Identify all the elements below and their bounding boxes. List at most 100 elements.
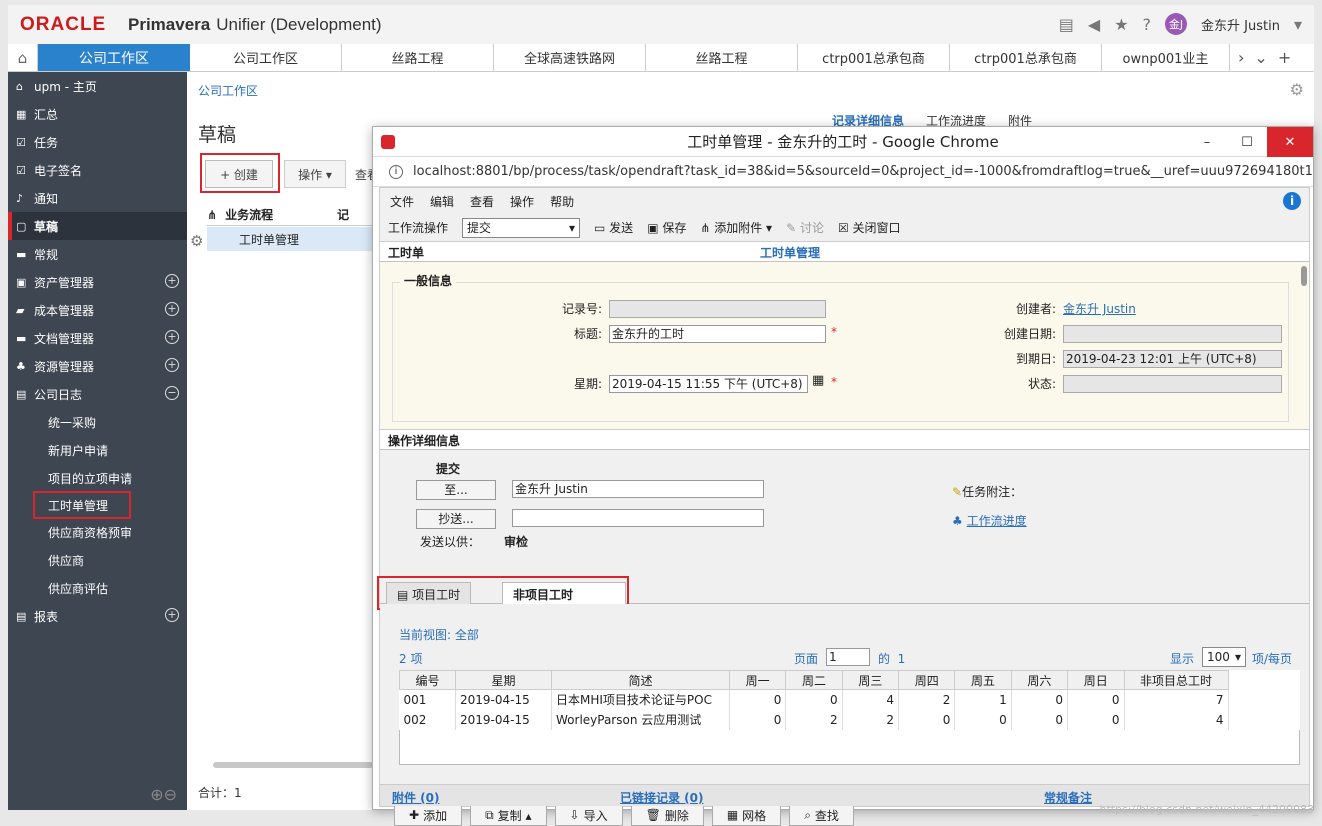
cell[interactable]: 1: [954, 689, 1012, 710]
section-label[interactable]: 工时单: [388, 244, 424, 261]
tab-project-hours[interactable]: ▤ 项目工时: [386, 582, 472, 604]
horizontal-scrollbar[interactable]: [213, 762, 373, 768]
save-button[interactable]: ▣ 保存: [647, 219, 686, 236]
tab-non-project-hours[interactable]: 非项目工时: [502, 582, 626, 604]
cell[interactable]: 0: [954, 709, 1012, 730]
list-item[interactable]: 工时单管理: [207, 227, 372, 251]
tab-company-workspace-active[interactable]: 公司工作区: [38, 44, 190, 71]
cell[interactable]: 0: [1067, 689, 1125, 710]
cell[interactable]: 0: [729, 709, 787, 730]
workflow-progress-link[interactable]: ♣ 工作流进度: [952, 512, 1027, 529]
discuss-button[interactable]: ✎ 讨论: [786, 219, 824, 236]
workflow-action-select[interactable]: 提交 ▾: [462, 217, 581, 238]
minimize-icon[interactable]: –: [1187, 127, 1227, 157]
sidebar-item-asset-manager[interactable]: ▣ 资产管理器 +: [8, 268, 187, 296]
to-field[interactable]: 金东升 Justin: [512, 480, 764, 498]
col-fri[interactable]: 周五: [954, 670, 1012, 690]
cell[interactable]: 0: [1011, 709, 1069, 730]
col-sat[interactable]: 周六: [1010, 670, 1069, 690]
maximize-icon[interactable]: ☐: [1227, 127, 1267, 157]
to-button[interactable]: 至...: [416, 480, 496, 500]
expand-icon[interactable]: +: [165, 330, 179, 344]
tab-company-workspace[interactable]: 公司工作区: [190, 44, 342, 71]
delete-button[interactable]: 🗑 删除: [630, 804, 704, 826]
close-icon[interactable]: ✕: [1267, 127, 1313, 157]
sidebar-item-general[interactable]: ▬ 常规: [8, 240, 187, 268]
operation-details-label[interactable]: 操作详细信息: [388, 432, 460, 449]
create-button[interactable]: + 创建: [205, 160, 273, 188]
sidebar-item-company-log[interactable]: ▤ 公司日志 −: [8, 380, 187, 408]
sidebar-sub-procurement[interactable]: 统一采购: [8, 408, 187, 436]
cell[interactable]: 0: [1011, 689, 1069, 710]
operations-button[interactable]: 操作 ▾: [284, 160, 346, 188]
cell[interactable]: WorleyParson 云应用测试: [551, 709, 730, 730]
sidebar-sub-new-user[interactable]: 新用户申请: [8, 436, 187, 464]
url-text[interactable]: localhost:8801/bp/process/task/opendraft…: [413, 164, 1313, 179]
megaphone-icon[interactable]: ◀: [1088, 15, 1100, 34]
title-field[interactable]: 金东升的工时: [609, 325, 826, 343]
table-row[interactable]: 002 2019-04-15 WorleyParson 云应用测试 0 2 2 …: [399, 709, 1301, 730]
grid-button[interactable]: ▦ 网格: [711, 804, 782, 826]
cell[interactable]: 0: [785, 689, 843, 710]
cell[interactable]: 2: [842, 709, 900, 730]
copy-button[interactable]: ⧉ 复制 ▴: [470, 804, 547, 826]
plus-icon[interactable]: +: [1278, 48, 1291, 67]
add-button[interactable]: ✚ 添加: [394, 804, 463, 826]
tab-silk-road-2[interactable]: 丝路工程: [646, 44, 798, 71]
info-icon[interactable]: i: [1283, 192, 1301, 210]
vertical-scrollbar[interactable]: [1301, 266, 1307, 286]
menu-actions[interactable]: 操作: [510, 193, 534, 210]
notepad-icon[interactable]: ▤: [1059, 15, 1074, 34]
cell[interactable]: 001: [399, 689, 456, 710]
col-total[interactable]: 非项目总工时: [1123, 670, 1229, 690]
tab-global-railway[interactable]: 全球高速铁路网: [494, 44, 646, 71]
gear-icon[interactable]: ⚙: [190, 232, 203, 250]
collapse-icon[interactable]: −: [165, 386, 179, 400]
sidebar-sub-vendor[interactable]: 供应商: [8, 546, 187, 574]
col-tue[interactable]: 周二: [785, 670, 843, 690]
star-icon[interactable]: ★: [1114, 15, 1128, 34]
sidebar-item-summary[interactable]: ▦ 汇总: [8, 100, 187, 128]
cell[interactable]: 0: [1067, 709, 1125, 730]
col-number[interactable]: 编号: [399, 670, 456, 690]
user-name[interactable]: 金东升 Justin: [1201, 15, 1280, 34]
col-wed[interactable]: 周三: [841, 670, 900, 690]
col-mon[interactable]: 周一: [728, 670, 787, 690]
sidebar-item-reports[interactable]: ▤ 报表 +: [8, 602, 187, 630]
cell[interactable]: 0: [898, 709, 956, 730]
col-sun[interactable]: 周日: [1067, 670, 1125, 690]
sidebar-sub-timesheet[interactable]: 工时单管理: [33, 491, 131, 519]
breadcrumb[interactable]: 公司工作区: [198, 82, 258, 99]
cell[interactable]: 7: [1124, 689, 1229, 710]
expand-icon[interactable]: +: [165, 608, 179, 622]
tab-silk-road[interactable]: 丝路工程: [342, 44, 494, 71]
tab-ctrp001-2[interactable]: ctrp001总承包商: [950, 44, 1102, 71]
calendar-icon[interactable]: ▦: [812, 373, 824, 388]
general-notes-link[interactable]: 常规备注: [1044, 789, 1092, 806]
cell[interactable]: 002: [399, 709, 456, 730]
col-week[interactable]: 星期: [455, 670, 552, 690]
cell[interactable]: 4: [1124, 709, 1229, 730]
expand-icon[interactable]: +: [165, 274, 179, 288]
address-bar[interactable]: i localhost:8801/bp/process/task/opendra…: [373, 157, 1313, 187]
column-record[interactable]: 记: [337, 206, 349, 223]
sidebar-sub-vendor-prequal[interactable]: 供应商资格预审: [8, 518, 187, 546]
sidebar-item-home[interactable]: ⌂ upm - 主页: [8, 72, 187, 100]
creator-link[interactable]: 金东升 Justin: [1063, 300, 1136, 317]
per-page-select[interactable]: 100 ▾: [1202, 647, 1246, 667]
sidebar-zoom-controls[interactable]: ⊕⊖: [150, 785, 177, 804]
col-description[interactable]: 简述: [551, 670, 730, 690]
info-icon[interactable]: i: [389, 164, 403, 179]
sidebar-sub-project-approval[interactable]: 项目的立项申请: [8, 464, 187, 492]
home-icon[interactable]: ⌂: [8, 44, 38, 71]
table-row[interactable]: 001 2019-04-15 日本MHI项目技术论证与POC 0 0 4 2 1…: [399, 689, 1301, 710]
menu-edit[interactable]: 编辑: [430, 193, 454, 210]
chevron-down-icon[interactable]: ⌄: [1254, 48, 1267, 67]
column-process[interactable]: 业务流程: [225, 206, 273, 223]
sidebar-item-esign[interactable]: ☑ 电子签名: [8, 156, 187, 184]
attachments-link[interactable]: 附件 (0): [392, 789, 440, 806]
cc-field[interactable]: [512, 509, 764, 527]
task-note[interactable]: ✎任务附注：: [952, 483, 1022, 500]
sidebar-item-notifications[interactable]: ♪ 通知: [8, 184, 187, 212]
tab-ownp001[interactable]: ownp001业主: [1102, 44, 1230, 71]
